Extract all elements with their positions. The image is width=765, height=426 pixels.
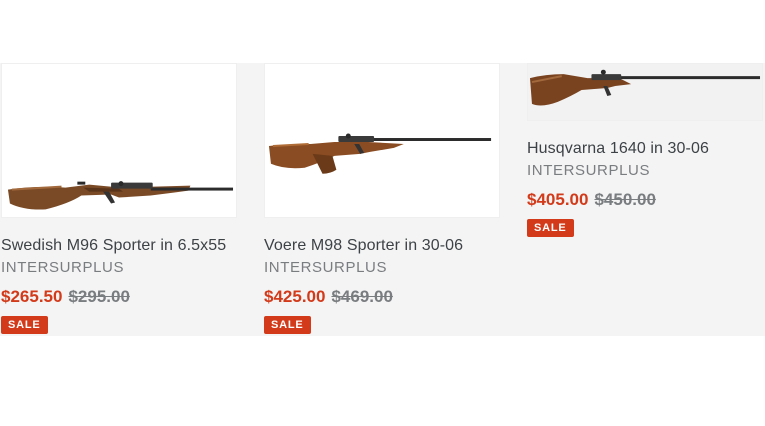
product-title[interactable]: Husqvarna 1640 in 30-06	[527, 139, 763, 159]
sale-price: $405.00	[527, 190, 589, 209]
product-card[interactable]: Voere M98 Sporter in 30-06 INTERSURPLUS …	[264, 63, 500, 334]
sale-price: $265.50	[1, 287, 63, 306]
product-prices: $425.00 $469.00	[264, 286, 500, 308]
product-prices: $405.00 $450.00	[527, 189, 763, 211]
product-prices: $265.50 $295.00	[1, 286, 237, 308]
product-title[interactable]: Voere M98 Sporter in 30-06	[264, 236, 500, 256]
product-vendor: INTERSURPLUS	[527, 162, 651, 179]
product-image[interactable]	[264, 63, 500, 218]
regular-price: $469.00	[331, 287, 393, 306]
product-image[interactable]	[527, 63, 763, 121]
product-title[interactable]: Swedish M96 Sporter in 6.5x55	[1, 236, 237, 256]
product-card[interactable]: Swedish M96 Sporter in 6.5x55 INTERSURPL…	[1, 63, 237, 334]
product-vendor: INTERSURPLUS	[264, 259, 388, 276]
regular-price: $450.00	[594, 190, 656, 209]
regular-price: $295.00	[68, 287, 130, 306]
rifle-image	[265, 64, 499, 217]
rifle-image	[528, 64, 762, 120]
sale-badge: SALE	[1, 316, 48, 334]
sale-badge: SALE	[264, 316, 311, 334]
sale-price: $425.00	[264, 287, 326, 306]
product-vendor: INTERSURPLUS	[1, 259, 125, 276]
sale-badge: SALE	[527, 219, 574, 237]
rifle-image	[2, 64, 236, 217]
product-card[interactable]: Husqvarna 1640 in 30-06 INTERSURPLUS $40…	[527, 63, 763, 237]
product-image[interactable]	[1, 63, 237, 218]
